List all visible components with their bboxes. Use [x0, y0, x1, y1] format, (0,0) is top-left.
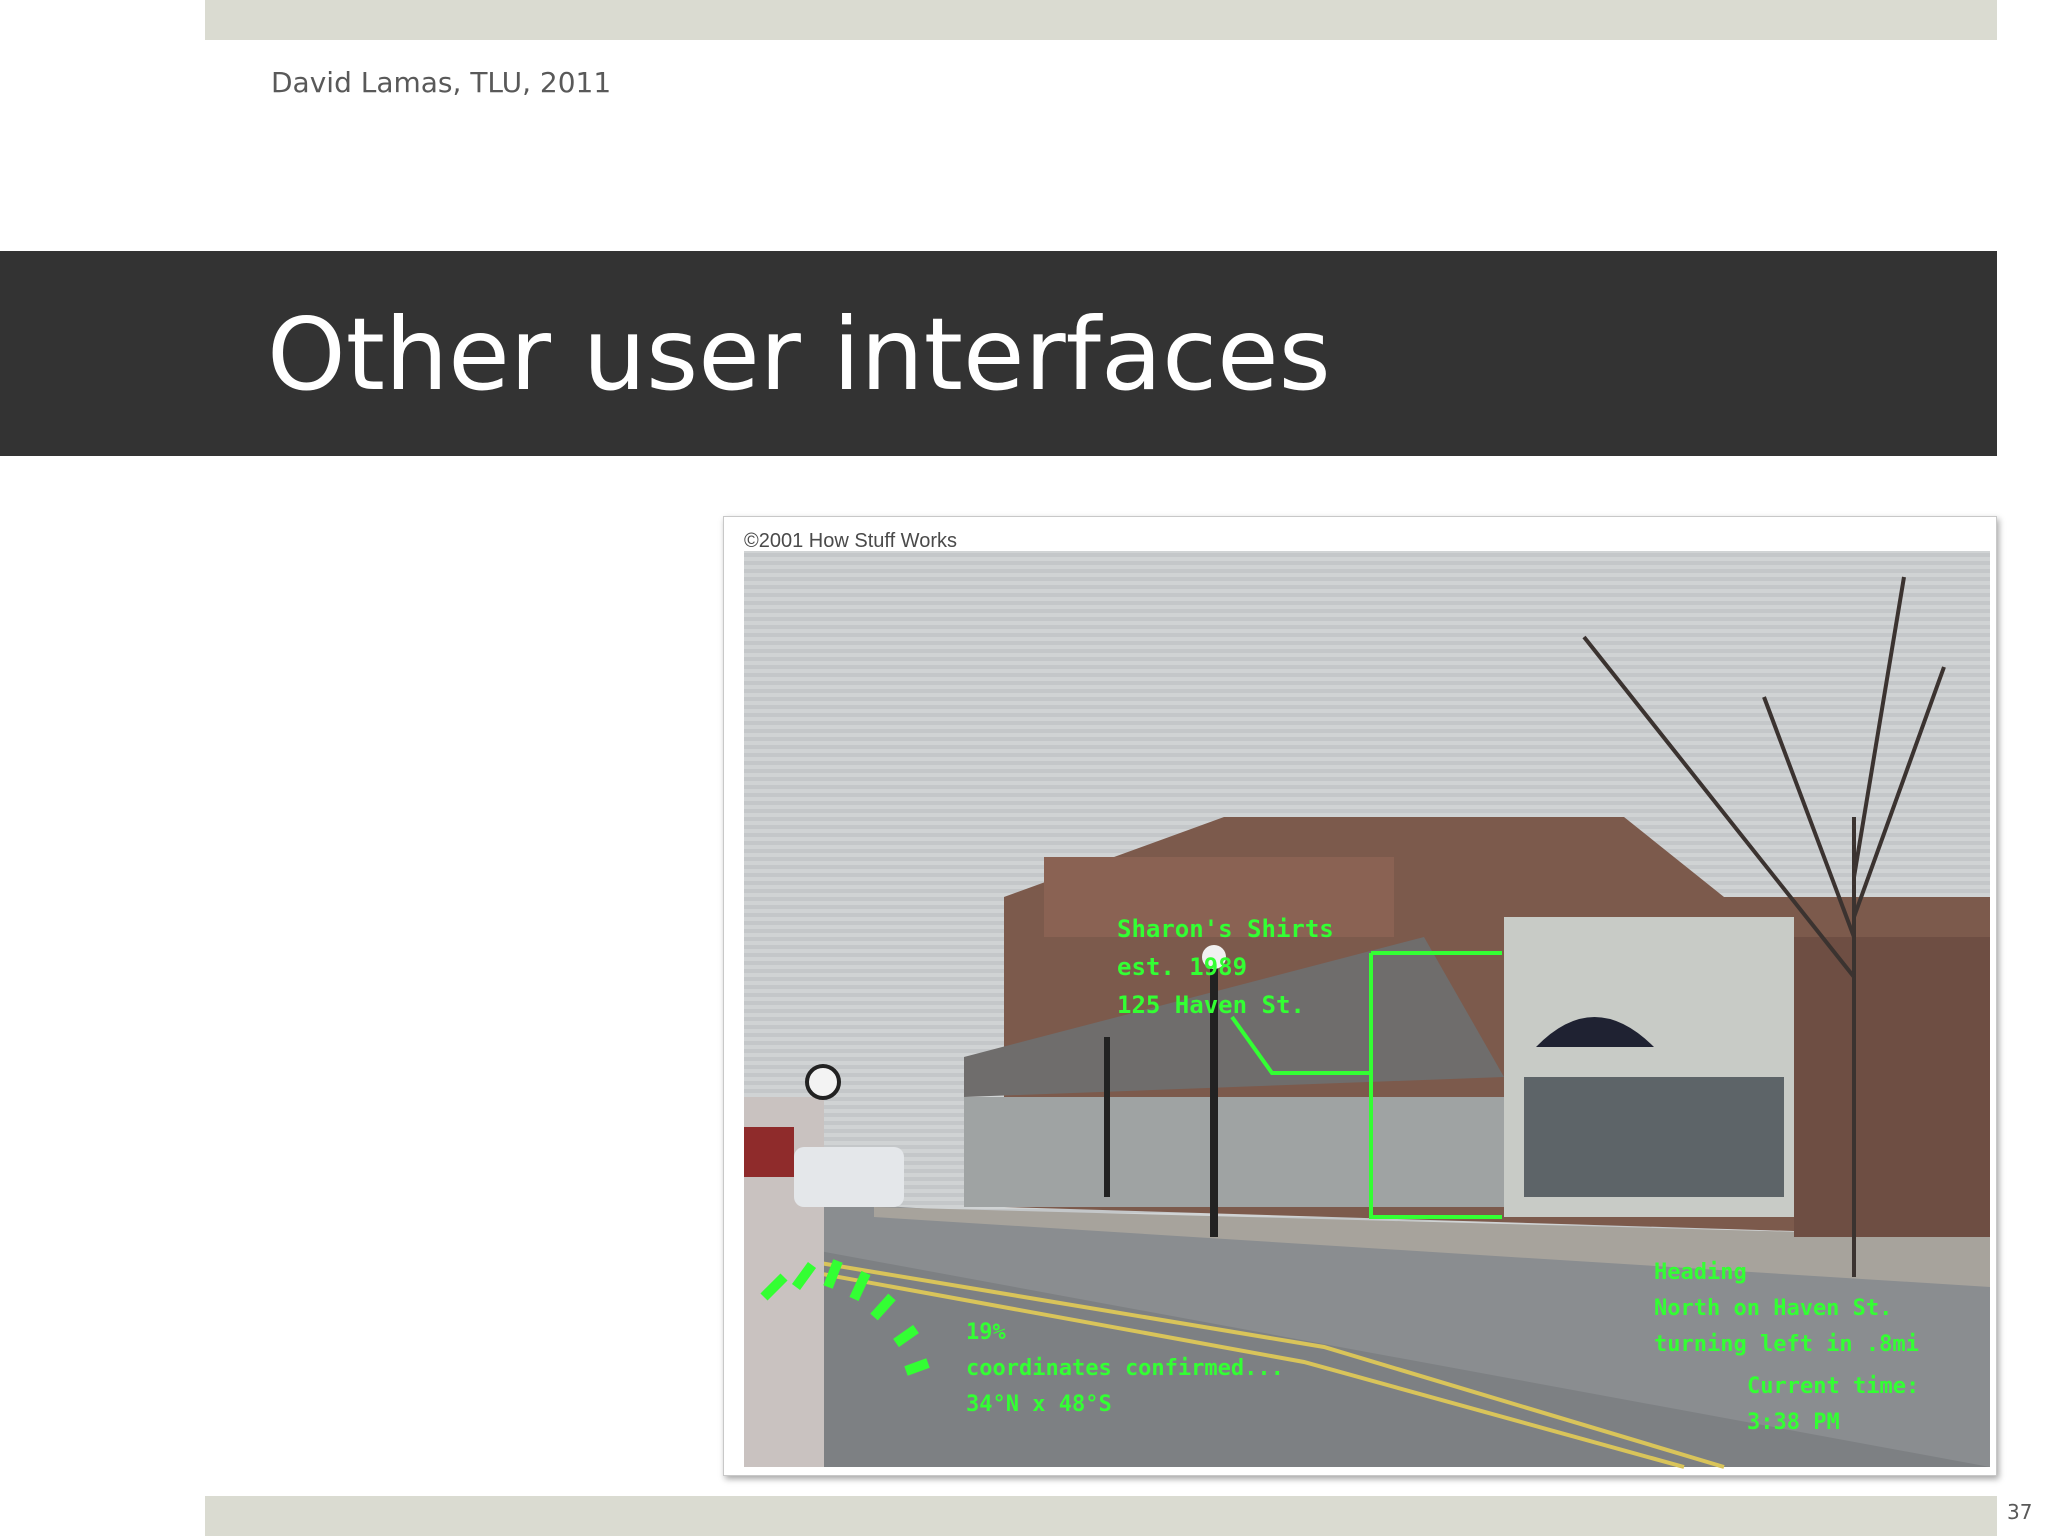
author-line: David Lamas, TLU, 2011	[271, 66, 612, 99]
gps-percent: 19%	[966, 1320, 1006, 1345]
copyright-label: ©2001 How Stuff Works	[744, 530, 957, 552]
page-number: 37	[2007, 1500, 2033, 1524]
top-band	[205, 0, 1997, 40]
time-title: Current time:	[1747, 1374, 1919, 1399]
storefront-left	[964, 1097, 1504, 1207]
store-name: Sharon's Shirts	[1117, 915, 1334, 943]
bottom-band	[205, 1496, 1997, 1536]
gps-status: coordinates confirmed...	[966, 1356, 1284, 1381]
slide-title: Other user interfaces	[267, 296, 1331, 413]
slide: David Lamas, TLU, 2011 Other user interf…	[0, 0, 2048, 1536]
street-clock	[805, 1064, 841, 1100]
ar-street-image: Sharon's Shirts est. 1989 125 Haven St. …	[723, 516, 1997, 1476]
ar-street-photo: Sharon's Shirts est. 1989 125 Haven St. …	[744, 530, 1990, 1469]
store-address: 125 Haven St.	[1117, 991, 1305, 1019]
gps-coordinates: 34°N x 48°S	[966, 1392, 1112, 1417]
heading-turn: turning left in .8mi	[1654, 1332, 1919, 1357]
store-est: est. 1989	[1117, 953, 1247, 981]
heading-title: Heading	[1654, 1260, 1747, 1285]
time-value: 3:38 PM	[1747, 1410, 1840, 1435]
heading-street: North on Haven St.	[1654, 1296, 1892, 1321]
car-background	[794, 1147, 904, 1207]
